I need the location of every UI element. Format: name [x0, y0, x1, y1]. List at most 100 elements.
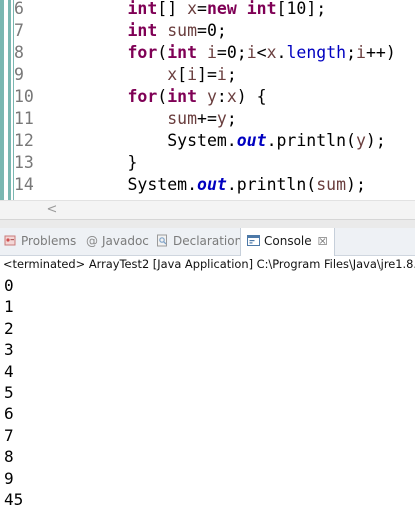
code-line: 8 for(int i=0;i<x.length;i++): [0, 42, 415, 64]
code-token: +=: [197, 109, 217, 128]
scroll-left-icon[interactable]: <: [46, 201, 58, 219]
code-line: 7 int sum=0;: [0, 20, 415, 42]
keyword-token: for: [127, 87, 158, 106]
keyword-token: int: [167, 43, 198, 62]
output-line: 2: [4, 318, 14, 338]
code-text: System.out.println(y);: [48, 130, 386, 152]
output-line: 6: [4, 404, 14, 424]
keyword-token: int: [127, 21, 158, 40]
console-status: <terminated> ArrayTest2 [Java Applicatio…: [3, 257, 415, 271]
output-line: 0: [4, 276, 14, 295]
code-token: ;: [346, 43, 357, 62]
line-number: 9: [14, 65, 24, 84]
code-token: :: [216, 87, 227, 106]
code-text: int[] x=new int[10];: [48, 0, 326, 20]
code-line: 9 x[i]=i;: [0, 64, 415, 86]
code-token: }: [48, 153, 138, 172]
code-token: [: [177, 65, 188, 84]
variable-token: i: [356, 43, 366, 62]
line-number: 7: [14, 21, 24, 40]
code-line: 11 sum+=y;: [0, 108, 415, 130]
code-token: [10];: [276, 0, 327, 18]
output-line: 1: [4, 297, 14, 317]
code-token: =: [197, 0, 207, 18]
variable-token: i: [187, 65, 198, 84]
line-number: 13: [14, 153, 34, 172]
variable-token: i: [246, 43, 257, 62]
line-number: 10: [14, 87, 34, 106]
variable-token: sum: [316, 175, 347, 194]
tab-label: Declaration: [173, 234, 243, 248]
at-icon: @: [86, 234, 98, 248]
output-line: 8: [4, 447, 14, 467]
output-line: 3: [4, 340, 14, 360]
code-line: 10 for(int y:x) {: [0, 86, 415, 108]
tab-console[interactable]: Console ☒: [240, 228, 335, 256]
keyword-token: int: [246, 0, 277, 18]
console-output[interactable]: 0 1 2 3 4 5 6 7 8 9 45: [4, 275, 412, 510]
keyword-token: new: [206, 0, 237, 18]
view-tab-bar: Problems @ Javadoc Declaration Console ☒: [0, 228, 415, 256]
variable-token: i: [206, 43, 217, 62]
code-token: ) {: [236, 87, 267, 106]
variable-token: x: [167, 65, 178, 84]
close-icon[interactable]: ☒: [318, 235, 328, 248]
variable-token: sum: [167, 21, 198, 40]
code-token: .println(: [266, 131, 356, 150]
code-text: }: [48, 152, 137, 174]
code-text: System.out.println(sum);: [48, 174, 365, 196]
output-line: 4: [4, 361, 14, 381]
tab-label: Problems: [21, 234, 77, 248]
code-token: ]=: [197, 65, 217, 84]
problems-icon: [4, 230, 17, 246]
code-token: (: [157, 43, 168, 62]
code-line: 14 System.out.println(sum);: [0, 174, 415, 196]
code-token: ;: [226, 65, 237, 84]
code-token: System.: [48, 131, 237, 150]
line-number: 14: [14, 175, 34, 194]
code-text: for(int i=0;i<x.length;i++): [48, 42, 396, 64]
keyword-token: int: [167, 87, 198, 106]
horizontal-scrollbar[interactable]: <: [0, 200, 415, 219]
keyword-token: int: [127, 0, 158, 18]
console-icon: [247, 230, 260, 246]
variable-token: y: [355, 131, 366, 150]
declaration-icon: [156, 230, 169, 247]
tab-label: Javadoc: [102, 234, 149, 248]
code-text: x[i]=i;: [48, 64, 237, 86]
tab-declaration[interactable]: Declaration: [156, 228, 242, 255]
code-text: int sum=0;: [48, 20, 226, 42]
variable-token: i: [216, 65, 227, 84]
code-token: ++): [365, 43, 396, 62]
tab-javadoc[interactable]: @ Javadoc: [86, 228, 149, 255]
code-token: <: [256, 43, 267, 62]
tab-problems[interactable]: Problems: [4, 228, 76, 255]
output-line: 45: [4, 489, 24, 509]
code-line: 6 int[] x=new int[10];: [0, 0, 415, 20]
code-line: 13 }: [0, 152, 415, 174]
field-token: out: [197, 175, 227, 194]
code-text: sum+=y;: [48, 108, 237, 130]
code-token: =0;: [216, 43, 247, 62]
variable-token: sum: [167, 109, 198, 128]
code-token: .println(: [226, 175, 317, 194]
code-editor[interactable]: 6 int[] x=new int[10]; 7 int sum=0; 8 for(…: [0, 0, 415, 220]
variable-token: x: [226, 87, 237, 106]
output-line: 5: [4, 382, 14, 402]
tab-label: Console: [264, 234, 312, 248]
variable-token: y: [206, 87, 217, 106]
line-number: 6: [14, 0, 24, 18]
code-token: []: [157, 0, 188, 18]
code-token: );: [365, 131, 386, 150]
code-token: ;: [226, 109, 237, 128]
code-line: 12 System.out.println(y);: [0, 130, 415, 152]
keyword-token: for: [127, 43, 158, 62]
line-number: 8: [14, 43, 24, 62]
